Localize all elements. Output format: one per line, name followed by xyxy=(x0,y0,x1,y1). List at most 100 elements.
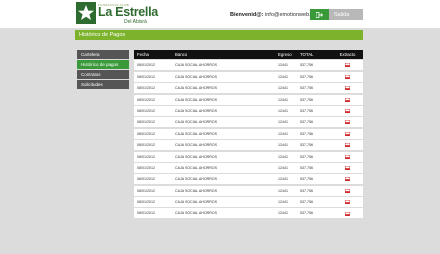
table-row: 08/01/2012 CAJA SOCIAL AHORROS 12441 537,75… xyxy=(134,60,363,71)
cell-extracto xyxy=(332,140,363,150)
cell-total: 537,756 xyxy=(300,154,313,159)
pdf-icon[interactable] xyxy=(345,120,350,125)
table-row: 08/01/2012 CAJA SOCIAL AHORROS 12441 537,75… xyxy=(134,117,363,128)
pdf-icon[interactable] xyxy=(345,211,350,216)
table-row: 08/01/2012 CAJA SOCIAL AHORROS 12441 537,75… xyxy=(134,197,363,208)
cell-banco: CAJA SOCIAL AHORROS xyxy=(175,211,218,216)
cell-egreso: 12441 xyxy=(278,165,288,170)
cell-extracto xyxy=(332,163,363,173)
table-row: 08/01/2012 CAJA SOCIAL AHORROS 12441 537,75… xyxy=(134,208,363,219)
logout-label: Salida xyxy=(334,11,350,18)
column-header-fecha[interactable]: Fecha xyxy=(134,50,174,59)
site-header: FUNDACION CLUB La Estrella Del Abisrá Bi… xyxy=(0,0,440,28)
cell-banco: CAJA SOCIAL AHORROS xyxy=(175,120,218,125)
pdf-icon[interactable] xyxy=(345,74,350,79)
cell-extracto xyxy=(332,106,363,116)
cell-fecha: 08/01/2012 xyxy=(137,188,155,193)
payments-table: Fecha Banco Egreso TOTAL Extracto 08/01/… xyxy=(134,50,363,219)
cell-banco: CAJA SOCIAL AHORROS xyxy=(175,63,218,68)
cell-banco: CAJA SOCIAL AHORROS xyxy=(175,177,218,182)
cell-banco: CAJA SOCIAL AHORROS xyxy=(175,74,218,79)
pdf-icon[interactable] xyxy=(345,109,350,113)
cell-egreso: 12441 xyxy=(278,200,288,205)
table-row: 08/01/2012 CAJA SOCIAL AHORROS 12441 537,75… xyxy=(134,83,363,94)
cell-extracto xyxy=(332,95,363,105)
brand-name: La Estrella xyxy=(98,5,158,19)
cell-extracto xyxy=(332,152,363,162)
sidebar-item-solicitudes[interactable]: Solicitudes xyxy=(77,80,129,90)
cell-fecha: 08/01/2012 xyxy=(137,97,155,102)
pdf-icon[interactable] xyxy=(345,165,350,170)
cell-total: 537,756 xyxy=(300,131,313,136)
cell-extracto xyxy=(332,72,363,82)
cell-egreso: 12441 xyxy=(278,74,288,79)
table-row: 08/01/2012 CAJA SOCIAL AHORROS 12441 537,75… xyxy=(134,71,363,82)
pdf-icon[interactable] xyxy=(345,188,350,193)
pdf-icon[interactable] xyxy=(345,63,350,68)
brand-logo[interactable]: FUNDACION CLUB La Estrella Del Abisrá xyxy=(76,2,158,26)
cell-total: 537,756 xyxy=(300,200,313,205)
cell-total: 537,756 xyxy=(300,86,313,91)
cell-fecha: 08/01/2012 xyxy=(137,143,155,148)
cell-banco: CAJA SOCIAL AHORROS xyxy=(175,200,218,205)
cell-banco: CAJA SOCIAL AHORROS xyxy=(175,165,218,170)
cell-egreso: 12441 xyxy=(278,120,288,125)
cell-total: 537,756 xyxy=(300,211,313,216)
cell-egreso: 12441 xyxy=(278,86,288,91)
cell-extracto xyxy=(332,174,363,184)
pdf-icon[interactable] xyxy=(345,143,350,148)
pdf-icon[interactable] xyxy=(345,86,350,91)
cell-fecha: 08/01/2012 xyxy=(137,63,155,68)
exit-icon xyxy=(310,9,329,20)
table-body: 08/01/2012 CAJA SOCIAL AHORROS 12441 537,75… xyxy=(134,60,363,219)
cell-banco: CAJA SOCIAL AHORROS xyxy=(175,154,218,159)
cell-total: 537,756 xyxy=(300,143,313,148)
cell-total: 537,756 xyxy=(300,108,313,113)
cell-extracto xyxy=(332,208,363,218)
pdf-icon[interactable] xyxy=(345,97,350,102)
cell-banco: CAJA SOCIAL AHORROS xyxy=(175,188,218,193)
cell-banco: CAJA SOCIAL AHORROS xyxy=(175,131,218,136)
column-header-total[interactable]: TOTAL xyxy=(298,50,332,59)
cell-extracto xyxy=(332,186,363,196)
column-header-extracto[interactable]: Extracto xyxy=(332,50,363,59)
table-row: 08/01/2012 CAJA SOCIAL AHORROS 12441 537,75… xyxy=(134,174,363,185)
table-header: Fecha Banco Egreso TOTAL Extracto xyxy=(134,50,363,59)
table-row: 08/01/2012 CAJA SOCIAL AHORROS 12441 537,75… xyxy=(134,140,363,151)
sidebar-nav: Cartelera Histórico de pagos Contratos S… xyxy=(77,50,129,90)
logout-button[interactable]: Salida xyxy=(310,9,363,20)
cell-extracto xyxy=(332,117,363,127)
cell-egreso: 12441 xyxy=(278,131,288,136)
cell-fecha: 08/01/2012 xyxy=(137,211,155,216)
cell-total: 537,756 xyxy=(300,74,313,79)
column-header-egreso[interactable]: Egreso xyxy=(266,50,298,59)
table-row: 08/01/2012 CAJA SOCIAL AHORROS 12441 537,75… xyxy=(134,105,363,116)
cell-fecha: 08/01/2012 xyxy=(137,108,155,113)
pdf-icon[interactable] xyxy=(345,131,350,136)
cell-fecha: 08/01/2012 xyxy=(137,177,155,182)
cell-egreso: 12441 xyxy=(278,177,288,182)
cell-egreso: 12441 xyxy=(278,97,288,102)
sidebar-item-contratos[interactable]: Contratos xyxy=(77,70,129,80)
cell-fecha: 08/01/2012 xyxy=(137,165,155,170)
sidebar-item-cartelera[interactable]: Cartelera xyxy=(77,50,129,60)
pdf-icon[interactable] xyxy=(345,200,350,205)
cell-egreso: 12441 xyxy=(278,154,288,159)
sidebar-item-historico-de-pagos[interactable]: Histórico de pagos xyxy=(77,60,129,70)
cell-fecha: 08/01/2012 xyxy=(137,131,155,136)
cell-extracto xyxy=(332,60,363,70)
cell-total: 537,756 xyxy=(300,177,313,182)
cell-banco: CAJA SOCIAL AHORROS xyxy=(175,108,218,113)
cell-total: 537,756 xyxy=(300,188,313,193)
cell-total: 537,756 xyxy=(300,165,313,170)
cell-total: 537,756 xyxy=(300,63,313,68)
cell-fecha: 08/01/2012 xyxy=(137,154,155,159)
pdf-icon[interactable] xyxy=(345,154,350,159)
column-header-banco[interactable]: Banco xyxy=(174,50,266,59)
table-row: 08/01/2012 CAJA SOCIAL AHORROS 12441 537,75… xyxy=(134,162,363,173)
greeting-label: Bienvenid@: xyxy=(230,12,264,18)
cell-banco: CAJA SOCIAL AHORROS xyxy=(175,86,218,91)
pdf-icon[interactable] xyxy=(345,177,350,182)
cell-egreso: 12441 xyxy=(278,108,288,113)
cell-total: 537,756 xyxy=(300,120,313,125)
